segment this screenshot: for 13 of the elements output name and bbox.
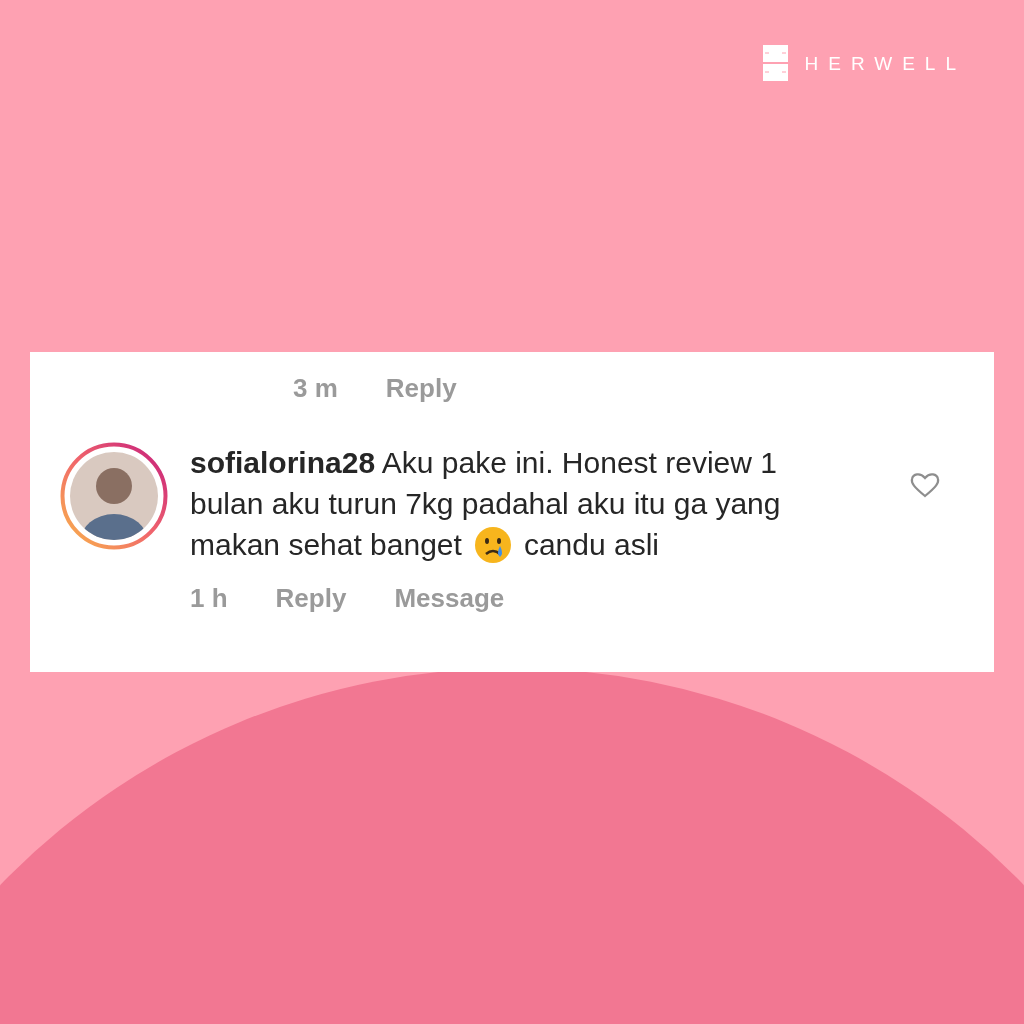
time-label: 1 h xyxy=(190,582,228,615)
time-label: 3 m xyxy=(293,371,338,405)
action-link[interactable]: Reply xyxy=(385,368,457,408)
comment-text: bulan aku turun 7kg padahal aku itu ga yang xyxy=(190,486,781,522)
brand-name: HERWELL xyxy=(804,52,966,76)
comment-text: makan sehat banget xyxy=(190,527,462,563)
comment-text: sofialorina28 Aku pake ini. Honest review 1 xyxy=(190,445,777,481)
emoji-icon xyxy=(473,525,512,564)
heart-icon[interactable] xyxy=(910,472,940,498)
action-link[interactable]: Reply xyxy=(275,579,347,618)
action-link[interactable]: Message xyxy=(394,579,505,618)
logo-icon xyxy=(763,45,789,81)
comment-text: candu asli xyxy=(523,527,659,563)
